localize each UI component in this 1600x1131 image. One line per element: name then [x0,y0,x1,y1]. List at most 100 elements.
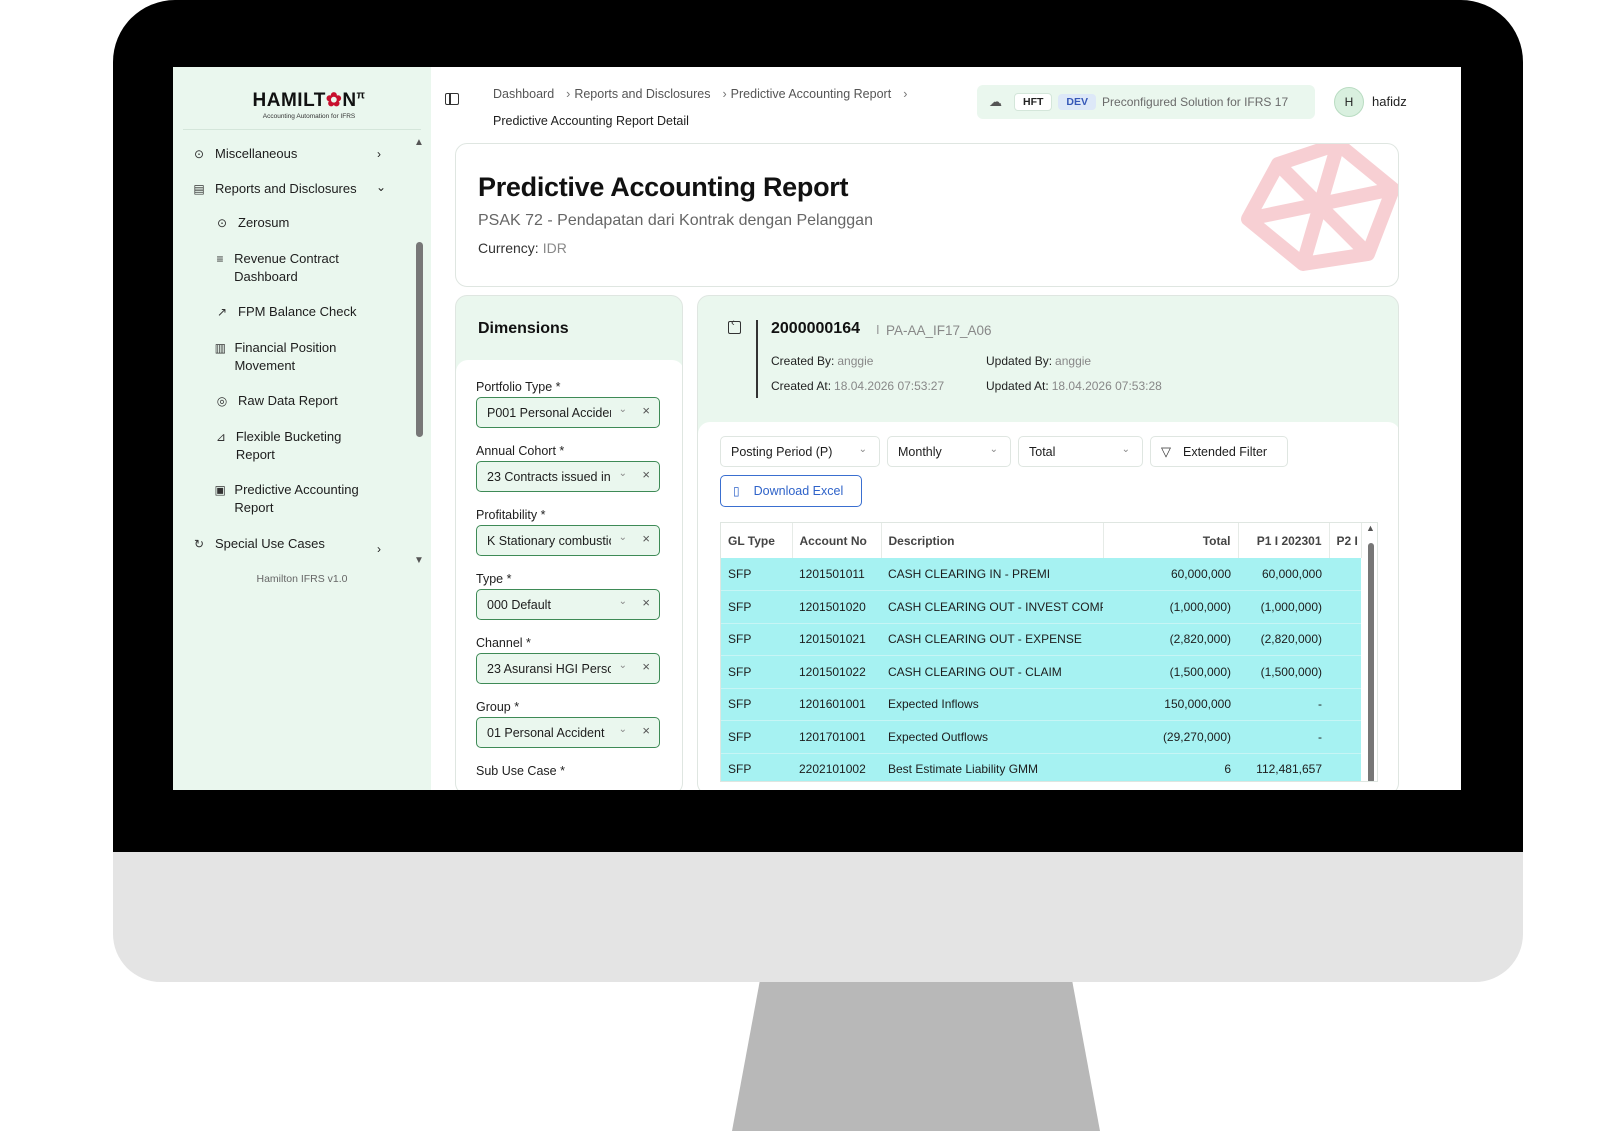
clear-icon[interactable]: × [642,723,650,738]
cell-gl-type: SFP [721,623,792,656]
col-p2[interactable]: P2 I [1329,523,1362,558]
table-scroll-thumb[interactable] [1368,543,1374,781]
scroll-up-arrow[interactable]: ▲ [414,137,424,148]
col-total[interactable]: Total [1103,523,1239,558]
updated-by: Updated By: anggie [986,354,1092,368]
cell-gl-type: SFP [721,753,792,781]
file-icon: ▯ [733,484,740,498]
scroll-up-arrow[interactable]: ▲ [1366,523,1375,533]
annual-cohort-select[interactable]: 23 Contracts issued in 2023⌄× [476,461,660,492]
group-select[interactable]: 01 Personal Accident ⌄ × [476,717,660,748]
list-icon: ≡ [216,252,224,266]
sidebar-toggle-icon[interactable] [445,93,459,105]
breadcrumb-dashboard[interactable]: Dashboard [493,87,554,101]
table-scrollbar[interactable]: ▲ [1366,523,1375,781]
app-version: Hamilton IFRS v1.0 [256,573,348,585]
cell-description: Expected Outflows [881,720,1103,754]
sidebar-item-fpm-balance-check[interactable]: ↗ FPM Balance Check [214,303,357,321]
extended-filter-button[interactable]: ▽ Extended Filter [1150,436,1288,467]
cell-p2 [1329,623,1361,656]
table-row[interactable]: SFP 1201601001 Expected Inflows 150,000,… [721,688,1361,721]
solution-text: Preconfigured Solution for IFRS 17 [1102,95,1289,109]
col-gl-type[interactable]: GL Type [721,523,793,558]
cell-p1: (2,820,000) [1238,623,1329,656]
chevron-right-icon[interactable]: › [377,147,381,161]
sidebar-item-financial-position-movement[interactable]: ▥ Financial Position Movement [214,339,364,375]
database-icon: ◎ [216,394,228,408]
clear-icon[interactable]: × [642,659,650,674]
report-detail-panel: 2000000164 I PA-AA_IF17_A06 Created By:a… [697,295,1399,790]
channel-select[interactable]: 23 Asuransi HGI Personal⌄× [476,653,660,684]
portfolio-type-select[interactable]: P001 Personal Accident ⌄ × [476,397,660,428]
type-select[interactable]: 000 Default ⌄ × [476,589,660,620]
collapse-panel-icon[interactable] [728,317,741,334]
sidebar-item-flexible-bucketing-report[interactable]: ⊿ Flexible Bucketing Report [214,428,364,464]
clear-icon[interactable]: × [642,467,650,482]
chevron-down-icon: ⌄ [618,596,627,607]
sidebar-item-raw-data-report[interactable]: ◎ Raw Data Report [214,392,338,410]
dimensions-panel: Dimensions Portfolio Type * P001 Persona… [455,295,683,790]
breadcrumb-reports-and-disclosures[interactable]: Reports and Disclosures [574,87,710,101]
table-row[interactable]: SFP 1201501022 CASH CLEARING OUT - CLAIM… [721,655,1361,689]
cell-p1: 60,000,000 [1238,558,1329,591]
sidebar-item-special-use-cases[interactable]: ↻ Special Use Cases [191,535,325,553]
avatar[interactable]: H [1334,87,1364,117]
table-row[interactable]: SFP 1201501011 CASH CLEARING IN - PREMI … [721,558,1361,591]
environment-tag: DEV [1058,94,1097,110]
sidebar-scrollbar[interactable] [416,242,423,437]
col-account-no[interactable]: Account No [792,523,882,558]
sidebar-item-miscellaneous[interactable]: ⊙ Miscellaneous [191,145,297,163]
record-id: 2000000164 [771,320,860,337]
table-row[interactable]: SFP 1201501020 CASH CLEARING OUT - INVES… [721,590,1361,624]
cell-p2 [1329,720,1361,754]
cell-p2 [1329,655,1361,689]
table-row[interactable]: SFP 1201701001 Expected Outflows (29,270… [721,720,1361,754]
type-label: Type * [476,572,512,586]
scroll-down-arrow[interactable]: ▼ [414,555,424,566]
chevron-right-icon[interactable]: › [377,542,381,556]
breadcrumb-current: Predictive Accounting Report Detail [493,114,689,128]
app-logo[interactable]: HAMILT✿Nπ Accounting Automation for IFRS [249,89,369,120]
created-at: Created At: 18.04.2026 07:53:27 [771,379,945,393]
cell-description: Best Estimate Liability GMM [881,753,1103,781]
cell-account-no: 1201501022 [792,655,881,689]
cell-account-no: 1201501011 [792,558,881,591]
sidebar-item-zerosum[interactable]: ⊙ Zerosum [214,214,289,232]
sidebar-divider [183,129,421,130]
table-row[interactable]: SFP 2202101002 Best Estimate Liability G… [721,753,1361,781]
cell-p2 [1329,558,1361,591]
record-separator: I [876,322,880,337]
cell-description: Expected Inflows [881,688,1103,721]
document-icon: ▤ [193,182,205,196]
sidebar-item-reports-and-disclosures[interactable]: ▤ Reports and Disclosures [191,180,356,198]
cell-p2 [1329,753,1361,781]
table-row[interactable]: SFP 1201501021 CASH CLEARING OUT - EXPEN… [721,623,1361,656]
cell-p1: - [1238,720,1329,754]
clear-icon[interactable]: × [642,403,650,418]
monitor-stand [732,982,1100,1131]
chevron-down-icon[interactable]: ⌄ [376,180,386,194]
download-excel-button[interactable]: ▯ Download Excel [720,475,862,507]
cell-total: 60,000,000 [1103,558,1238,591]
monitor-chin [113,852,1523,982]
sidebar-item-predictive-accounting-report[interactable]: ▣ Predictive Accounting Report [214,481,364,517]
cell-account-no: 1201701001 [792,720,881,754]
sidebar-item-revenue-contract-dashboard[interactable]: ≡ Revenue Contract Dashboard [214,250,364,286]
environment-badge: ☁ HFT DEV Preconfigured Solution for IFR… [977,85,1315,119]
profitability-select[interactable]: K Stationary combustion ⌄ × [476,525,660,556]
cell-total: (2,820,000) [1103,623,1238,656]
col-p1[interactable]: P1 I 202301 [1238,523,1330,558]
aggregate-select[interactable]: Total ⌄ [1018,436,1143,467]
app-screen: HAMILT✿Nπ Accounting Automation for IFRS… [173,67,1461,790]
col-description[interactable]: Description [881,523,1104,558]
main-content: Dashboard › Reports and Disclosures › Predic… [431,67,1461,790]
breadcrumb-predictive-accounting-report[interactable]: Predictive Accounting Report [731,87,892,101]
cell-p2 [1329,590,1361,624]
tenant-tag: HFT [1014,93,1053,111]
frequency-select[interactable]: Monthly ⌄ [887,436,1011,467]
clear-icon[interactable]: × [642,595,650,610]
clear-icon[interactable]: × [642,531,650,546]
username[interactable]: hafidz [1372,94,1407,109]
record-code: PA-AA_IF17_A06 [886,323,992,338]
posting-period-select[interactable]: Posting Period (P) ⌄ [720,436,880,467]
